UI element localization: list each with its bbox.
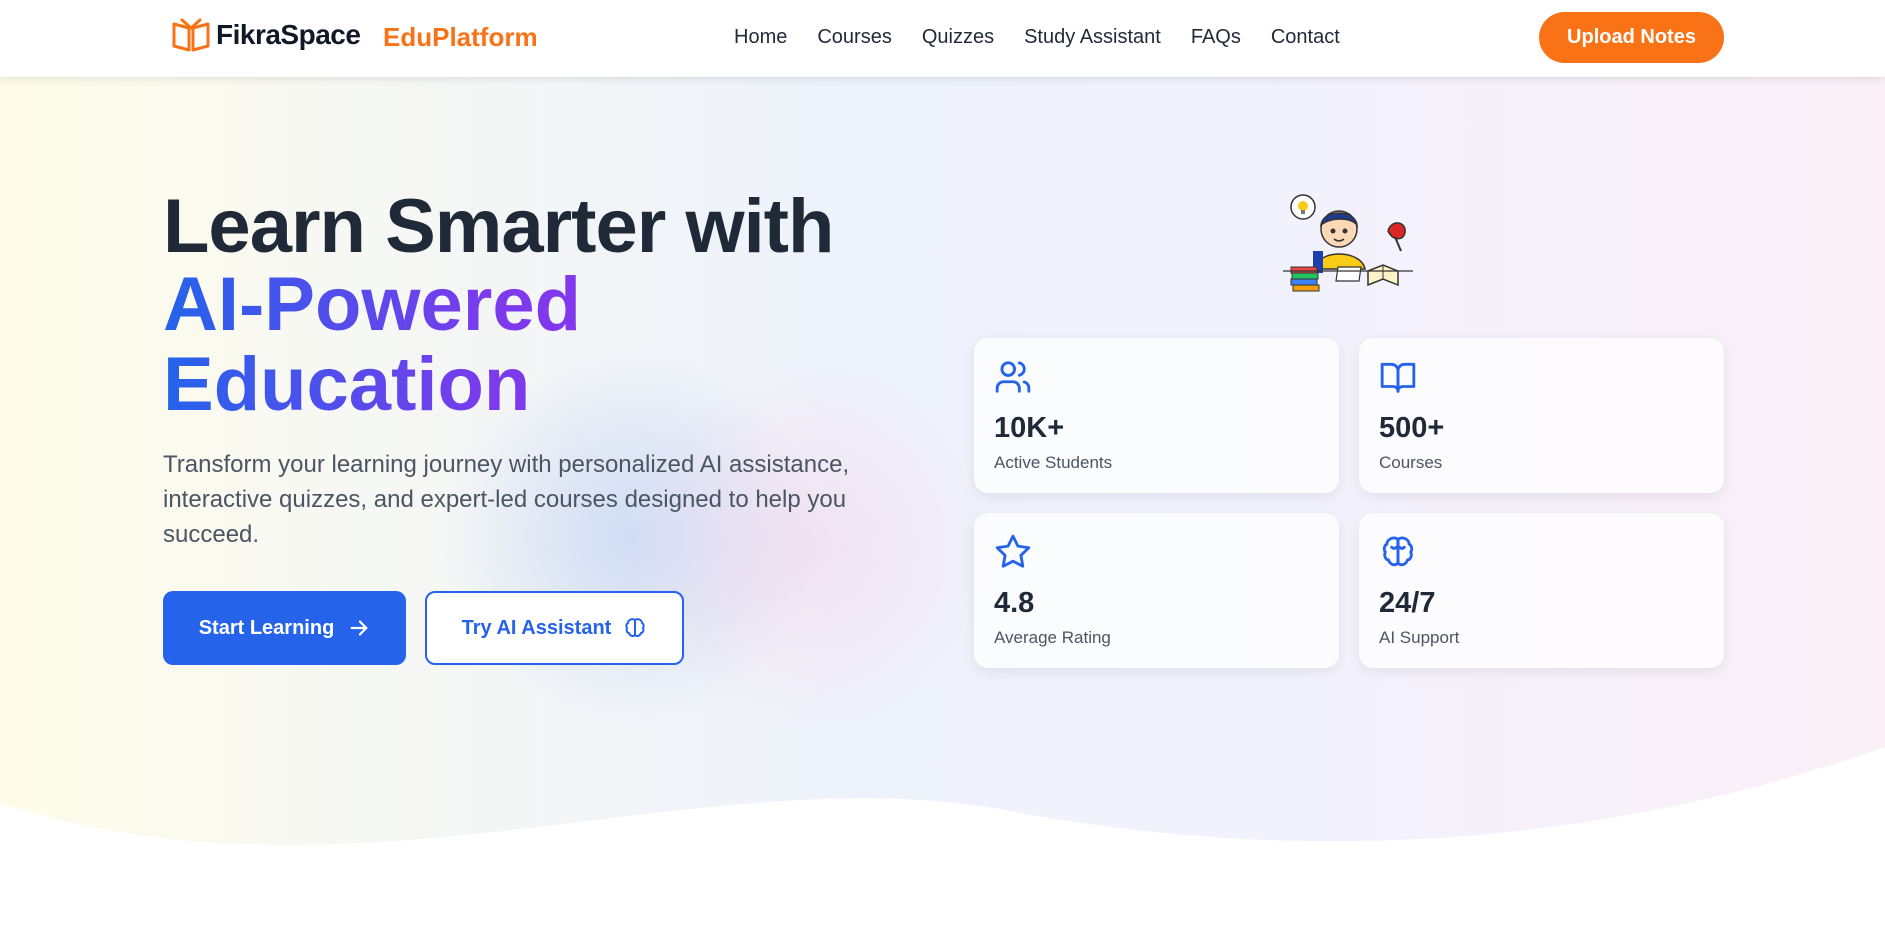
brand-secondary[interactable]: EduPlatform — [383, 22, 538, 53]
stat-card-rating: 4.8 Average Rating — [974, 513, 1339, 668]
logo-text: FikraSpace — [216, 19, 361, 50]
nav-courses[interactable]: Courses — [817, 26, 891, 49]
stat-label: Active Students — [994, 453, 1113, 472]
stat-value: 24/7 — [1379, 587, 1436, 619]
wave-divider — [0, 747, 1885, 936]
users-icon — [995, 361, 1031, 393]
nav-home[interactable]: Home — [734, 26, 787, 49]
stat-card-ai-support: 24/7 AI Support — [1359, 513, 1724, 668]
hero-title-highlight: AI-Powered Education — [163, 265, 763, 425]
try-ai-assistant-button[interactable]: Try AI Assistant — [425, 591, 684, 665]
nav-study-assistant[interactable]: Study Assistant — [1024, 26, 1161, 49]
stat-card-students: 10K+ Active Students — [974, 338, 1339, 493]
nav-faqs[interactable]: FAQs — [1191, 26, 1241, 49]
stat-label: Average Rating — [994, 628, 1111, 647]
stat-label: Courses — [1379, 453, 1443, 472]
stat-value: 4.8 — [994, 587, 1035, 619]
main-nav: Home Courses Quizzes Study Assistant FAQ… — [734, 26, 1340, 49]
brain-icon — [1382, 536, 1414, 567]
stat-value: 500+ — [1379, 412, 1445, 444]
stat-label: AI Support — [1379, 628, 1460, 647]
hero-title: Learn Smarter with — [163, 184, 834, 269]
upload-notes-button[interactable]: Upload Notes — [1539, 12, 1724, 63]
start-learning-button[interactable]: Start Learning — [163, 591, 406, 665]
logo[interactable]: FikraSpace — [172, 18, 361, 52]
stat-card-courses: 500+ Courses — [1359, 338, 1724, 493]
book-open-icon — [1380, 362, 1416, 393]
nav-quizzes[interactable]: Quizzes — [922, 26, 994, 49]
try-ai-assistant-label: Try AI Assistant — [461, 616, 612, 639]
open-book-logo-icon — [172, 18, 210, 52]
star-icon — [995, 534, 1031, 568]
brain-icon — [625, 618, 645, 638]
nav-contact[interactable]: Contact — [1271, 26, 1340, 49]
hero-description: Transform your learning journey with per… — [163, 451, 850, 548]
start-learning-label: Start Learning — [198, 616, 335, 639]
student-illustration — [1283, 194, 1413, 292]
stat-value: 10K+ — [994, 412, 1065, 444]
arrow-right-icon — [350, 620, 368, 636]
hero-section: Learn Smarter with AI-Powered Education … — [0, 77, 1885, 936]
site-header: FikraSpace EduPlatform Home Courses Quiz… — [0, 0, 1885, 77]
